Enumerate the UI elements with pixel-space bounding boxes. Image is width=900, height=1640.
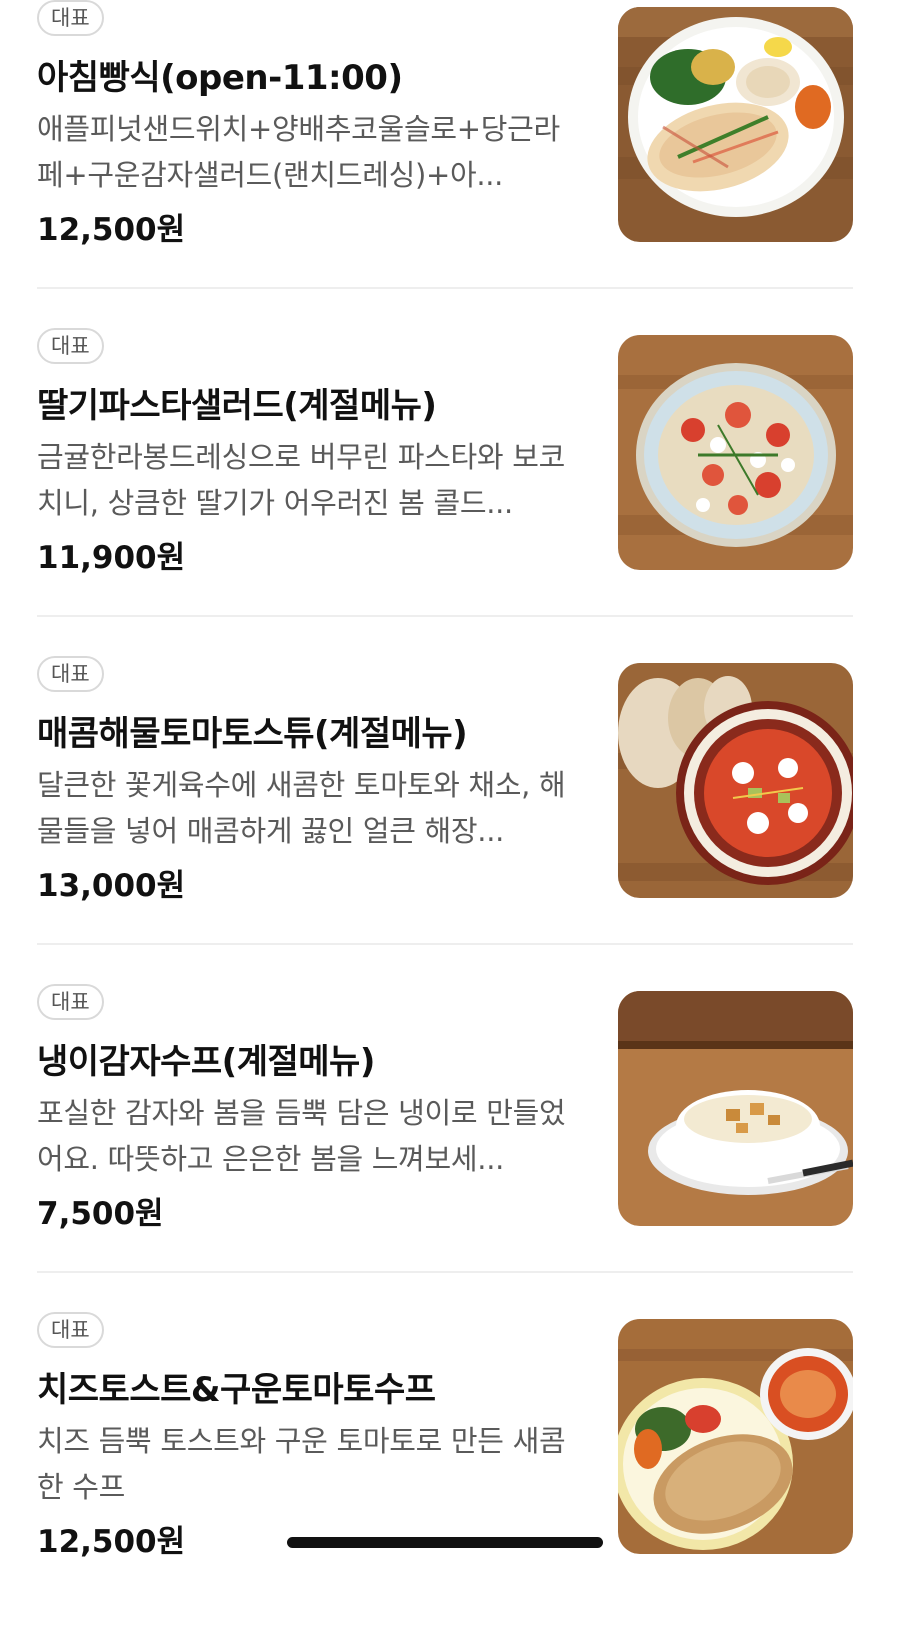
menu-item-price: 11,900원 bbox=[37, 540, 186, 576]
signature-badge: 대표 bbox=[37, 328, 104, 364]
menu-item-photo[interactable] bbox=[618, 335, 853, 570]
home-indicator[interactable] bbox=[287, 1537, 603, 1548]
menu-item-photo[interactable] bbox=[618, 1319, 853, 1554]
divider bbox=[37, 287, 853, 289]
signature-badge: 대표 bbox=[37, 1312, 104, 1348]
menu-item-price: 12,500원 bbox=[37, 212, 186, 248]
menu-item-name: 매콤해물토마토스튜(계절메뉴) bbox=[37, 714, 468, 754]
divider bbox=[37, 615, 853, 617]
menu-item-description: 치즈 듬뿍 토스트와 구운 토마토로 만든 새콤한 수프 bbox=[37, 1424, 566, 1504]
menu-item-photo[interactable] bbox=[618, 663, 853, 898]
menu-item-shepherds-purse-potato-soup[interactable]: 대표 냉이감자수프(계절메뉴) 포실한 감자와 봄을 듬뿍 담은 냉이로 만들었… bbox=[37, 984, 853, 1312]
menu-item-name: 딸기파스타샐러드(계절메뉴) bbox=[37, 386, 437, 426]
menu-item-name: 아침빵식(open-11:00) bbox=[37, 58, 403, 98]
divider bbox=[37, 943, 853, 945]
divider bbox=[37, 1271, 853, 1273]
signature-badge: 대표 bbox=[37, 656, 104, 692]
menu-item-description: 금귤한라봉드레싱으로 버무린 파스타와 보코치니, 상큼한 딸기가 어우러진 봄… bbox=[37, 440, 565, 520]
menu-item-description: 애플피넛샌드위치+양배추코울슬로+당근라페+구운감자샐러드(랜치드레싱)+아..… bbox=[37, 112, 560, 192]
menu-item-strawberry-pasta-salad[interactable]: 대표 딸기파스타샐러드(계절메뉴) 금귤한라봉드레싱으로 버무린 파스타와 보코… bbox=[37, 328, 853, 656]
menu-item-price: 12,500원 bbox=[37, 1524, 186, 1560]
menu-item-seafood-tomato-stew[interactable]: 대표 매콤해물토마토스튜(계절메뉴) 달큰한 꽃게육수에 새콤한 토마토와 채소… bbox=[37, 656, 853, 984]
menu-item-description: 포실한 감자와 봄을 듬뿍 담은 냉이로 만들었어요. 따뜻하고 은은한 봄을 … bbox=[37, 1096, 566, 1176]
menu-item-cheese-toast-tomato-soup[interactable]: 대표 치즈토스트&구운토마토수프 치즈 듬뿍 토스트와 구운 토마토로 만든 새… bbox=[37, 1312, 853, 1640]
menu-item-name: 치즈토스트&구운토마토수프 bbox=[37, 1370, 436, 1410]
menu-item-price: 7,500원 bbox=[37, 1196, 164, 1232]
menu-item-description: 달큰한 꽃게육수에 새콤한 토마토와 채소, 해물들을 넣어 매콤하게 끓인 얼… bbox=[37, 768, 566, 848]
menu-item-photo[interactable] bbox=[618, 991, 853, 1226]
signature-badge: 대표 bbox=[37, 984, 104, 1020]
menu-item-price: 13,000원 bbox=[37, 868, 186, 904]
menu-item-name: 냉이감자수프(계절메뉴) bbox=[37, 1042, 375, 1082]
signature-badge: 대표 bbox=[37, 0, 104, 36]
menu-item-photo[interactable] bbox=[618, 7, 853, 242]
menu-item-breakfast[interactable]: 대표 아침빵식(open-11:00) 애플피넛샌드위치+양배추코울슬로+당근라… bbox=[37, 0, 853, 328]
